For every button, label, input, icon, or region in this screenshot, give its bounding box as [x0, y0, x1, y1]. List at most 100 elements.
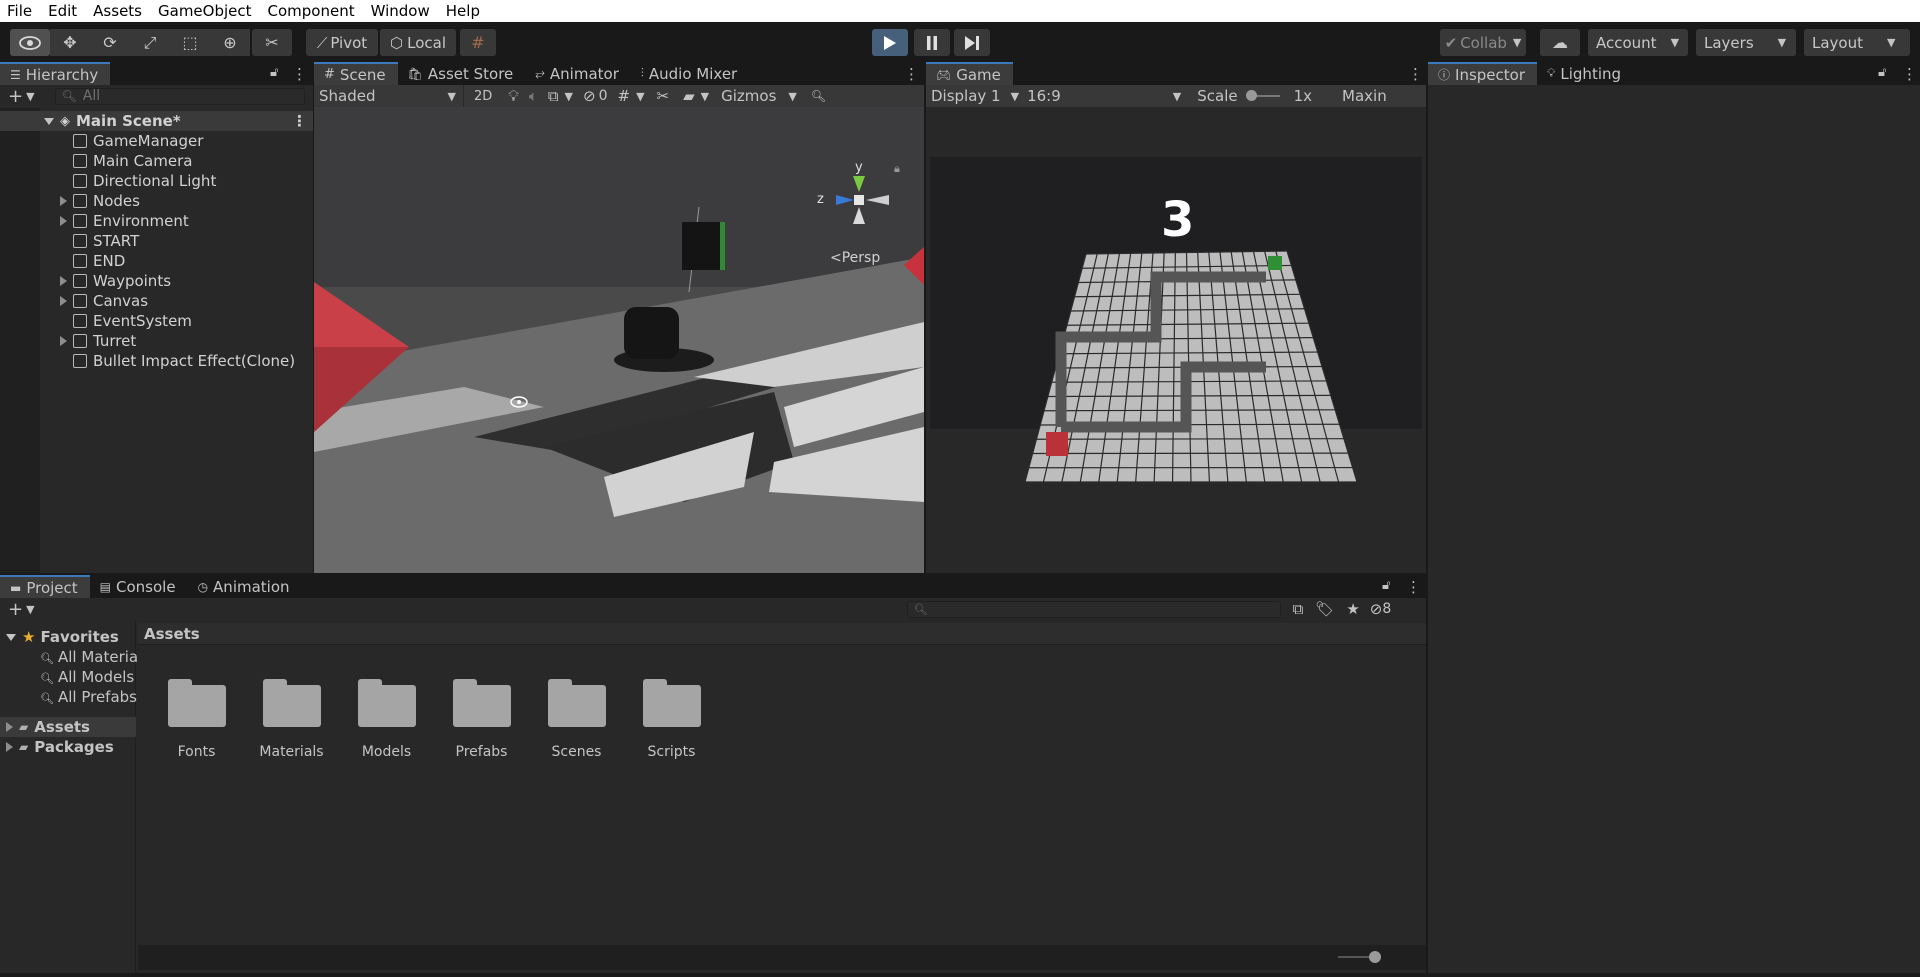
chevron-down-icon[interactable]: ▼	[701, 90, 709, 103]
gizmos-dropdown[interactable]: Gizmos	[721, 87, 776, 105]
tab-asset-store[interactable]: 🛍︎ Asset Store	[398, 62, 526, 85]
chevron-down-icon[interactable]: ▼	[1011, 90, 1019, 103]
chevron-down-icon[interactable]: ▼	[1173, 90, 1181, 103]
breadcrumb-assets[interactable]: Assets	[144, 625, 200, 643]
folder-icon[interactable]	[451, 679, 511, 727]
zoom-slider-thumb[interactable]	[1369, 951, 1381, 963]
tab-inspector[interactable]: ⓘ Inspector	[1428, 62, 1537, 85]
tree-packages[interactable]: ▰ Packages	[0, 737, 136, 757]
menu-component[interactable]: Component	[268, 2, 355, 20]
hierarchy-item[interactable]: Canvas	[0, 291, 313, 311]
grid-snap-button[interactable]: #	[460, 29, 496, 56]
hierarchy-menu-icon[interactable]: ⋮	[292, 65, 307, 83]
aspect-dropdown[interactable]: 16:9	[1027, 87, 1061, 105]
folder-label[interactable]: Fonts	[149, 744, 244, 760]
hierarchy-item[interactable]: Turret	[0, 331, 313, 351]
transform-tool-button[interactable]: ⊕	[210, 29, 250, 56]
lighting-bulb-icon[interactable]: 💡︎	[508, 87, 519, 105]
audio-icon[interactable]: 🔈︎	[529, 87, 538, 105]
favorite-all-prefabs[interactable]: 🔍︎ All Prefabs	[40, 688, 137, 706]
folder-icon[interactable]	[166, 679, 226, 727]
chevron-down-icon[interactable]: ▼	[26, 90, 34, 103]
lock-icon[interactable]: 🔓︎	[1878, 65, 1886, 80]
chevron-down-icon[interactable]: ▼	[636, 90, 644, 103]
play-button[interactable]	[872, 29, 908, 56]
step-button[interactable]	[954, 29, 990, 56]
hierarchy-item[interactable]: START	[0, 231, 313, 251]
filter-type-icon[interactable]: ⧉	[1293, 600, 1304, 618]
create-add-icon[interactable]: +	[8, 86, 23, 107]
folder-icon[interactable]	[261, 679, 321, 727]
tab-animator[interactable]: ⥂ Animator	[525, 62, 631, 85]
inspector-menu-icon[interactable]: ⋮	[1902, 65, 1917, 83]
scene-row[interactable]: ◈ Main Scene* ⋮	[0, 111, 313, 131]
tab-scene[interactable]: # Scene	[314, 62, 398, 85]
layers-dropdown[interactable]: Layers ▼	[1696, 29, 1796, 56]
hierarchy-item[interactable]: END	[0, 251, 313, 271]
project-search-input[interactable]: 🔍︎	[906, 600, 1281, 618]
scale-tool-button[interactable]: ⤢	[130, 29, 170, 56]
hierarchy-item[interactable]: Main Camera	[0, 151, 313, 171]
layout-dropdown[interactable]: Layout ▼	[1804, 29, 1910, 56]
display-dropdown[interactable]: Display 1	[931, 87, 1001, 105]
hierarchy-item[interactable]: Environment	[0, 211, 313, 231]
account-dropdown[interactable]: Account ▼	[1588, 29, 1688, 56]
create-add-icon[interactable]: +	[8, 599, 23, 620]
custom-tool-button[interactable]: ✂	[252, 29, 292, 56]
hierarchy-item[interactable]: Bullet Impact Effect(Clone)	[0, 351, 313, 371]
game-menu-icon[interactable]: ⋮	[1408, 65, 1423, 83]
folder-label[interactable]: Scripts	[624, 744, 719, 760]
effects-icon[interactable]: ⧉	[548, 87, 559, 105]
chevron-down-icon[interactable]: ▼	[565, 90, 573, 103]
label-tag-icon[interactable]: 🏷︎	[1315, 600, 1334, 618]
tools-icon[interactable]: ✂	[657, 87, 670, 105]
maximize-toggle[interactable]: Maxin	[1342, 87, 1387, 105]
gizmo-lock-icon[interactable]: 🔒︎	[894, 162, 900, 176]
scene-menu-icon[interactable]: ⋮	[904, 65, 919, 83]
game-viewport[interactable]	[926, 107, 1426, 573]
fold-closed-icon[interactable]	[60, 276, 67, 286]
favorites-header[interactable]: ★ Favorites	[6, 628, 119, 646]
folder-icon[interactable]	[356, 679, 416, 727]
camera-icon[interactable]: ▰	[683, 87, 695, 105]
fold-closed-icon[interactable]	[60, 336, 67, 346]
move-tool-button[interactable]: ✥	[50, 29, 90, 56]
scale-slider[interactable]	[1245, 90, 1280, 101]
persp-toggle[interactable]: <Persp	[830, 250, 880, 266]
favorite-star-icon[interactable]: ★	[1346, 600, 1359, 618]
hierarchy-search-input[interactable]: 🔍︎ All	[54, 87, 305, 105]
fold-closed-icon[interactable]	[60, 196, 67, 206]
cloud-button[interactable]: ☁	[1540, 29, 1580, 56]
scene-menu-icon[interactable]: ⋮	[292, 112, 307, 130]
tree-assets[interactable]: ▰ Assets	[0, 717, 136, 737]
hidden-packages-icon[interactable]: ⊘	[1370, 600, 1383, 618]
menu-help[interactable]: Help	[446, 2, 480, 20]
folder-label[interactable]: Materials	[244, 744, 339, 760]
folder-label[interactable]: Scenes	[529, 744, 624, 760]
menu-assets[interactable]: Assets	[93, 2, 142, 20]
tab-console[interactable]: ▤ Console	[90, 575, 188, 598]
collab-dropdown[interactable]: ✔ Collab ▼	[1440, 29, 1526, 56]
grid-toggle-icon[interactable]: #	[618, 87, 631, 105]
hidden-objects-icon[interactable]: ⊘	[583, 87, 596, 105]
fold-closed-icon[interactable]	[60, 296, 67, 306]
rotate-tool-button[interactable]: ⟳	[90, 29, 130, 56]
folder-icon[interactable]	[641, 679, 701, 727]
favorite-all-materials[interactable]: 🔍︎ All Materia	[40, 648, 138, 666]
chevron-down-icon[interactable]: ▼	[26, 603, 34, 616]
fold-open-icon[interactable]	[44, 117, 54, 125]
fold-open-icon[interactable]	[6, 633, 16, 641]
mode-2d-toggle[interactable]: 2D	[474, 89, 492, 104]
fold-closed-icon[interactable]	[60, 216, 67, 226]
menu-gameobject[interactable]: GameObject	[158, 2, 252, 20]
fold-closed-icon[interactable]	[6, 722, 13, 732]
tab-project[interactable]: ▬ Project	[0, 575, 90, 598]
project-menu-icon[interactable]: ⋮	[1406, 578, 1421, 596]
hierarchy-item[interactable]: Waypoints	[0, 271, 313, 291]
tab-game[interactable]: 🎮︎ Game	[926, 62, 1013, 85]
chevron-down-icon[interactable]: ▼	[788, 90, 796, 103]
search-icon[interactable]: 🔍︎	[811, 89, 826, 103]
shading-mode-dropdown[interactable]: Shaded ▼	[314, 85, 464, 107]
pause-button[interactable]	[914, 29, 950, 56]
tab-audio-mixer[interactable]: ⫶ Audio Mixer	[631, 62, 749, 85]
